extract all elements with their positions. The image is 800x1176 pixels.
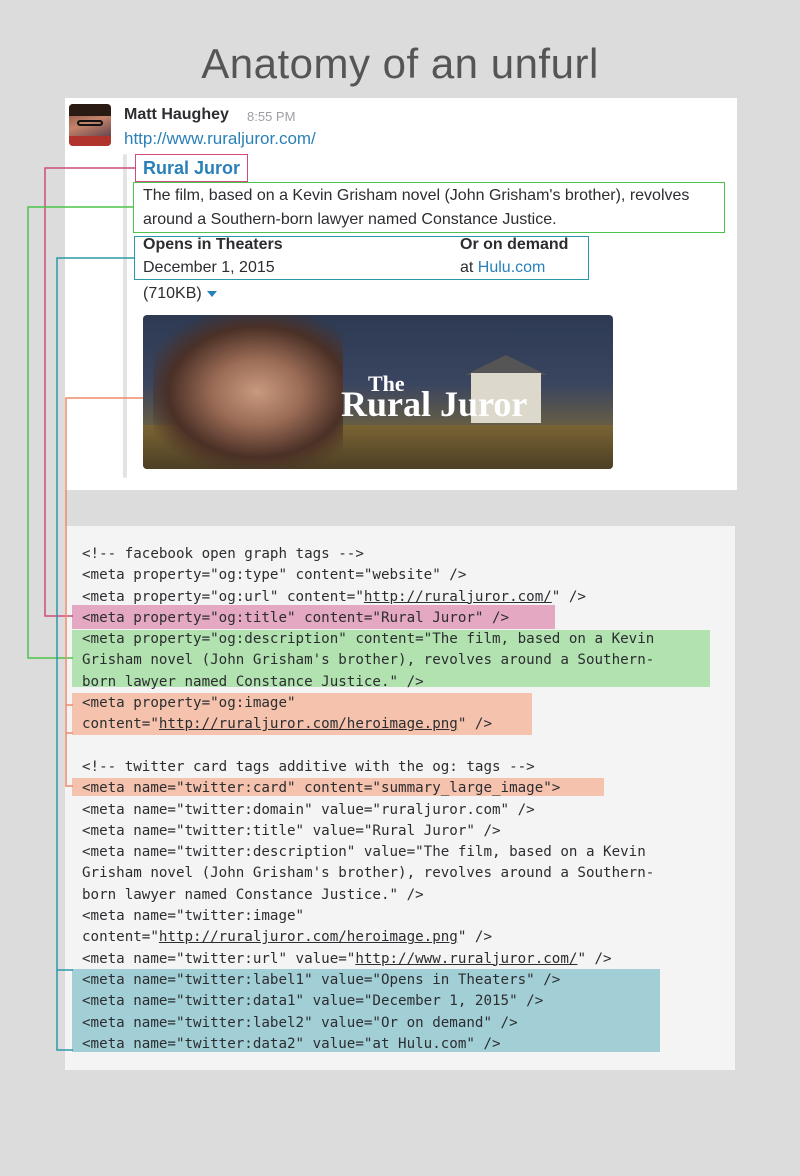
message-timestamp[interactable]: 8:55 PM [247, 109, 295, 124]
hero-title-large: Rural Juror [341, 384, 528, 424]
hero-image[interactable]: The Rural Juror [143, 315, 613, 469]
code-url[interactable]: http://ruraljuror.com/heroimage.png [159, 929, 458, 945]
file-size-toggle[interactable]: (710KB) [143, 285, 217, 303]
code-line: <meta name="twitter:image" [82, 908, 305, 925]
code-line: born lawyer named Constance Justice." /> [82, 673, 424, 690]
code-line: <meta name="twitter:data1" value="Decemb… [82, 993, 544, 1010]
code-line: <meta name="twitter:title" value="Rural … [82, 822, 501, 839]
code-line: <meta name="twitter:label2" value="Or on… [82, 1014, 518, 1031]
message-link[interactable]: http://www.ruraljuror.com/ [124, 129, 316, 149]
annotation-description-box [133, 182, 725, 233]
attachment-bar [123, 154, 127, 478]
code-line: content="http://ruraljuror.com/heroimage… [82, 929, 493, 946]
code-line: <meta name="twitter:url" value="http://w… [82, 950, 612, 967]
code-line: content="http://ruraljuror.com/heroimage… [82, 716, 493, 733]
code-panel: <!-- facebook open graph tags --> <meta p… [65, 526, 735, 1070]
annotation-fields-box [134, 236, 589, 280]
code-line: <meta name="twitter:description" value="… [82, 844, 646, 861]
code-line: <meta property="og:title" content="Rural… [82, 609, 510, 626]
code-line: <meta name="twitter:card" content="summa… [82, 780, 561, 797]
code-line: Grisham novel (John Grisham's brother), … [82, 652, 655, 669]
code-line: <meta property="og:description" content=… [82, 631, 655, 648]
caret-down-icon[interactable] [206, 290, 217, 297]
code-line: <!-- facebook open graph tags --> [82, 546, 364, 562]
code-url[interactable]: http://ruraljuror.com/heroimage.png [159, 716, 458, 732]
sender-name[interactable]: Matt Haughey [124, 106, 229, 124]
page-title: Anatomy of an unfurl [201, 40, 599, 87]
code-line: <meta name="twitter:domain" value="rural… [82, 801, 535, 818]
code-url[interactable]: http://www.ruraljuror.com/ [355, 951, 577, 967]
code-line: Grisham novel (John Grisham's brother), … [82, 865, 655, 882]
code-line: born lawyer named Constance Justice." /> [82, 886, 424, 903]
code-line: <meta property="og:url" content="http://… [82, 588, 586, 605]
code-line: <!-- twitter card tags additive with the… [82, 758, 535, 775]
annotation-title-box [135, 154, 248, 182]
code-line: <meta property="og:type" content="websit… [82, 567, 467, 584]
avatar[interactable] [69, 104, 111, 146]
code-block: <!-- facebook open graph tags --> <meta p… [82, 544, 722, 1055]
code-url[interactable]: http://ruraljuror.com/ [364, 589, 552, 605]
code-line: <meta name="twitter:data2" value="at Hul… [82, 1035, 501, 1052]
code-line: <meta name="twitter:label1" value="Opens… [82, 971, 561, 988]
code-line: <meta property="og:image" [82, 695, 296, 712]
